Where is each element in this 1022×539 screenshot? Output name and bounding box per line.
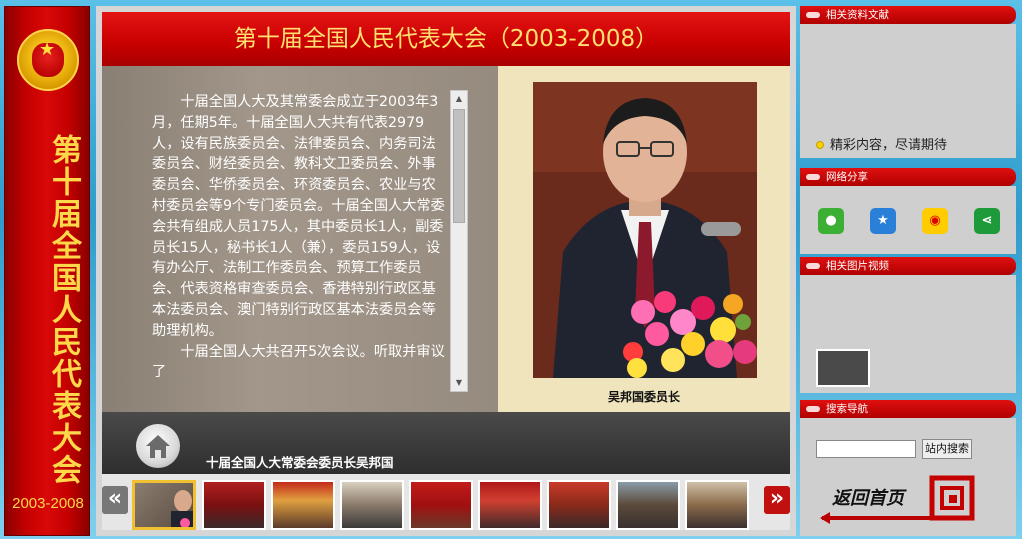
prev-arrow-button[interactable]: « (102, 486, 128, 514)
next-arrow-button[interactable]: » (764, 486, 790, 514)
right-sidebar: 相关资料文献 精彩内容，尽请期待 网络分享 ● ★ ◉ ⋖ 相关图片视频 搜索导… (800, 6, 1016, 536)
docs-panel-header: 相关资料文献 (800, 6, 1016, 24)
photo-area: 吴邦国委员长 (498, 66, 790, 412)
intro-paragraph: 十届全国人大及其常委会成立于2003年3月，任期5年。十届全国人大共有代表297… (152, 94, 445, 339)
back-home-button[interactable]: 返回首页 (816, 474, 976, 530)
thumbnail[interactable] (616, 480, 680, 530)
thumbnail[interactable] (685, 480, 749, 530)
wechat-icon[interactable]: ● (818, 208, 844, 234)
scroll-thumb[interactable] (453, 109, 465, 223)
back-home-label: 返回首页 (832, 488, 904, 509)
left-banner: ★ 第十届全国人民代表大会 2003-2008 (4, 6, 90, 536)
search-panel-title: 搜索导航 (826, 403, 868, 415)
media-panel-header: 相关图片视频 (800, 257, 1016, 275)
video-thumbnail[interactable] (816, 349, 870, 387)
page-title: 第十届全国人民代表大会（2003-2008） (102, 12, 790, 66)
share-icon[interactable]: ⋖ (974, 208, 1000, 234)
thumbnail[interactable] (547, 480, 611, 530)
share-panel-header: 网络分享 (800, 168, 1016, 186)
national-emblem-icon: ★ (17, 29, 79, 91)
slide-caption: 十届全国人大常委会委员长吴邦国 (206, 455, 394, 470)
share-panel-title: 网络分享 (826, 171, 868, 183)
scroll-down-arrow-icon[interactable]: ▼ (451, 375, 467, 391)
docs-panel-title: 相关资料文献 (826, 9, 889, 21)
intro-text-area: 十届全国人大及其常委会成立于2003年3月，任期5年。十届全国人大共有代表297… (102, 66, 498, 412)
caption-bar: 十届全国人大常委会委员长吴邦国 (102, 412, 790, 474)
media-panel (800, 275, 1016, 393)
search-input[interactable] (816, 440, 916, 458)
home-icon[interactable] (136, 424, 180, 468)
thumbnail[interactable] (271, 480, 335, 530)
qzone-icon[interactable]: ★ (870, 208, 896, 234)
banner-title: 第十届全国人民代表大会 (46, 134, 81, 486)
search-panel-header: 搜索导航 (800, 400, 1016, 418)
weibo-icon[interactable]: ◉ (922, 208, 948, 234)
thumbnail[interactable] (409, 480, 473, 530)
thumbnail[interactable] (340, 480, 404, 530)
scroll-up-arrow-icon[interactable]: ▲ (451, 91, 467, 107)
coming-soon-notice: 精彩内容，尽请期待 (816, 134, 947, 153)
banner-years: 2003-2008 (12, 495, 84, 512)
intro-paragraph: 十届全国人大共召开5次会议。听取并审议了 (152, 343, 445, 381)
search-panel: 站内搜索 返回首页 (800, 418, 1016, 536)
docs-panel: 精彩内容，尽请期待 (800, 24, 1016, 158)
thumbnail[interactable] (202, 480, 266, 530)
thumbnail[interactable] (132, 480, 196, 530)
intro-text[interactable]: 十届全国人大及其常委会成立于2003年3月，任期5年。十届全国人大共有代表297… (152, 92, 446, 390)
portrait-photo (533, 82, 757, 378)
photo-caption: 吴邦国委员长 (607, 390, 680, 404)
share-panel: ● ★ ◉ ⋖ (800, 186, 1016, 254)
thumbnail-strip: « » (102, 474, 790, 530)
media-panel-title: 相关图片视频 (826, 260, 889, 272)
scrollbar[interactable]: ▲ ▼ (450, 90, 468, 392)
bullet-icon (816, 141, 824, 149)
site-search-button[interactable]: 站内搜索 (922, 439, 972, 459)
main-panel: 第十届全国人民代表大会（2003-2008） 十届全国人大及其常委会成立于200… (96, 6, 796, 536)
thumbnail[interactable] (478, 480, 542, 530)
